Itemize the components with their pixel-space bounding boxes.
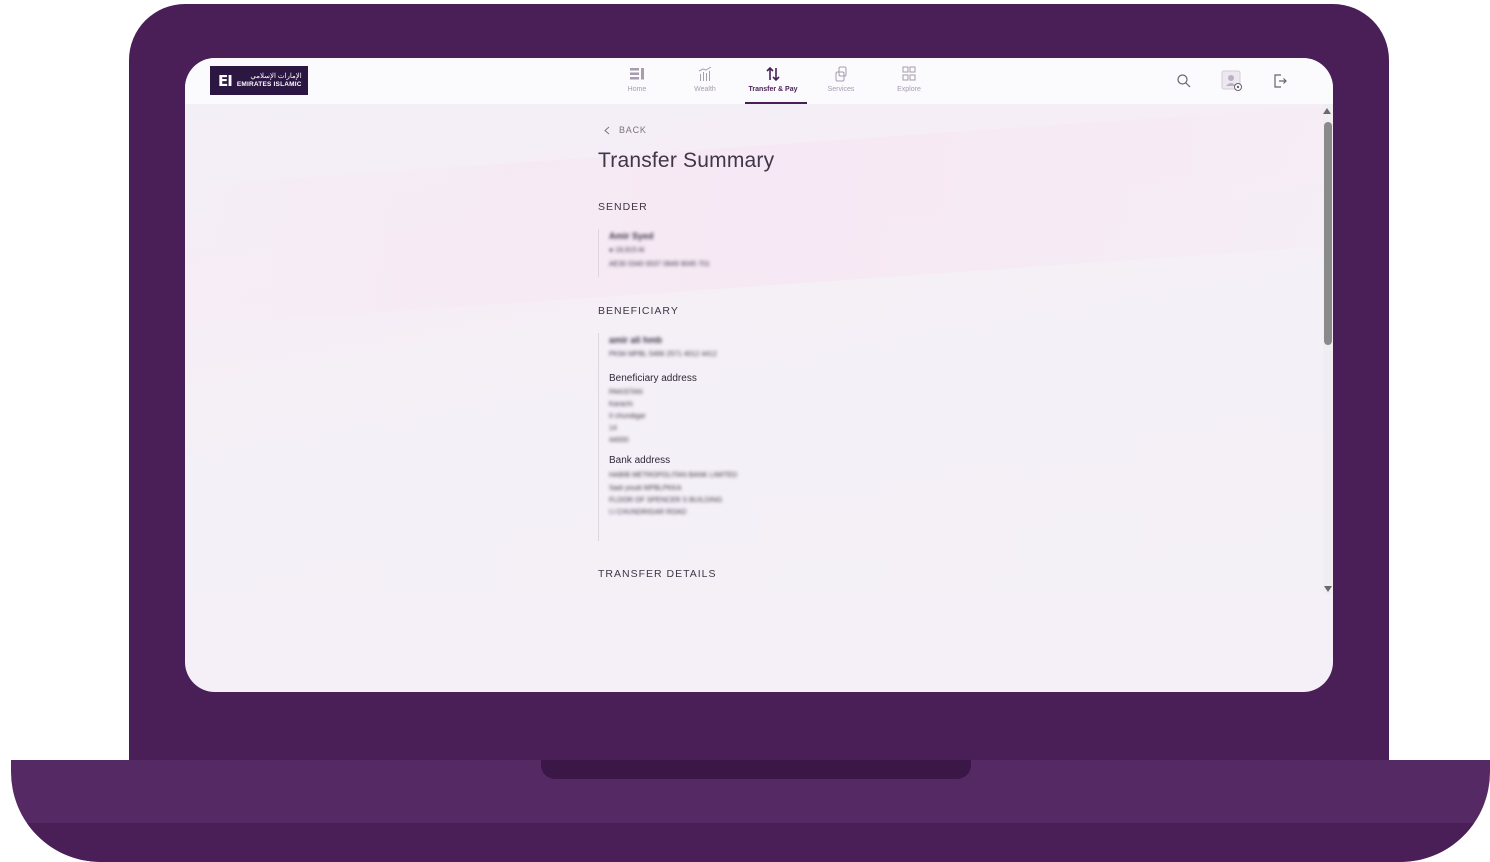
scrollbar[interactable] [1323,104,1333,594]
nav-services-label: Services [827,86,855,93]
scroll-down-arrow-icon[interactable] [1324,586,1332,592]
nav-explore-label: Explore [897,86,921,93]
logo-english: EMIRATES ISLAMIC [236,80,302,88]
logo-mark: EI [218,71,233,90]
nav-wealth[interactable]: Wealth [671,58,739,104]
logo-text: الإمارات الإسلامي EMIRATES ISLAMIC [237,73,302,89]
beneficiary-address-line: PAKISTAN [609,389,643,396]
beneficiary-iban: PK94 MPBL 5466 2571 4012 4412 [609,351,717,358]
profile-settings-icon [1221,70,1242,91]
beneficiary-card: amir ali hmb PK94 MPBL 5466 2571 4012 44… [598,333,737,541]
home-icon [630,68,644,80]
main-nav: Home Wealth Transfer & Pay Services Expl… [603,58,943,104]
search-icon [1177,74,1191,88]
sender-iban: AE30 0340 0037 0849 9045 701 [609,261,710,268]
main-content: BACK Transfer Summary SENDER Amir Syed ●… [185,104,1323,594]
bank-address-heading: Bank address [609,455,671,466]
explore-icon [902,66,916,81]
bank-address-line: FLOOR OF SPENCER S BUILDING [609,497,723,504]
nav-services[interactable]: Services [807,58,875,104]
page-title: Transfer Summary [598,149,775,172]
scroll-thumb[interactable] [1324,122,1332,345]
nav-wealth-label: Wealth [694,86,716,93]
beneficiary-address-heading: Beneficiary address [609,373,697,384]
nav-home-label: Home [627,86,647,93]
sender-account: ● 18,915 Al [609,247,645,254]
logout-icon [1274,74,1287,88]
profile-settings-button[interactable] [1221,70,1243,92]
top-navigation-bar: EI الإمارات الإسلامي EMIRATES ISLAMIC Ho… [185,58,1333,104]
laptop-base [11,760,1490,862]
nav-home[interactable]: Home [603,58,671,104]
beneficiary-name: amir ali hmb [609,335,663,345]
nav-transfer-pay-label: Transfer & Pay [748,86,798,93]
beneficiary-address-line: 14 [609,425,617,432]
emirates-islamic-logo[interactable]: EI الإمارات الإسلامي EMIRATES ISLAMIC [210,66,308,95]
back-link[interactable]: BACK [604,125,647,135]
beneficiary-heading: BENEFICIARY [598,305,679,317]
beneficiary-address-line: Karachi [609,401,633,408]
chevron-left-icon [604,126,610,134]
sender-name: Amir Syed [609,231,654,241]
laptop-base-band [11,823,1490,862]
logo-arabic: الإمارات الإسلامي [250,72,302,80]
top-actions [1173,70,1291,92]
transfer-details-heading: TRANSFER DETAILS [598,568,717,580]
laptop-notch [541,760,971,779]
transfer-icon [766,66,780,82]
sender-heading: SENDER [598,201,648,213]
wealth-icon [698,66,712,81]
nav-explore[interactable]: Explore [875,58,943,104]
logout-button[interactable] [1269,70,1291,92]
beneficiary-address-line: 44000 [609,437,629,444]
nav-transfer-pay[interactable]: Transfer & Pay [739,58,807,104]
bank-address-line: I.I CHUNDRIGAR ROAD [609,509,687,516]
app-screen: EI الإمارات الإسلامي EMIRATES ISLAMIC Ho… [185,58,1333,692]
scroll-up-arrow-icon[interactable] [1323,108,1331,114]
bank-address-line: Sadi youdi MPBLPKKA [609,485,682,492]
sender-card: Amir Syed ● 18,915 Al AE30 0340 0037 084… [598,229,710,277]
back-label: BACK [619,125,647,135]
bank-address-line: HABIB METROPOLITAN BANK LIMITED [609,472,738,479]
search-button[interactable] [1173,70,1195,92]
beneficiary-address-line: II chundigar [609,413,646,420]
services-icon [835,66,847,82]
